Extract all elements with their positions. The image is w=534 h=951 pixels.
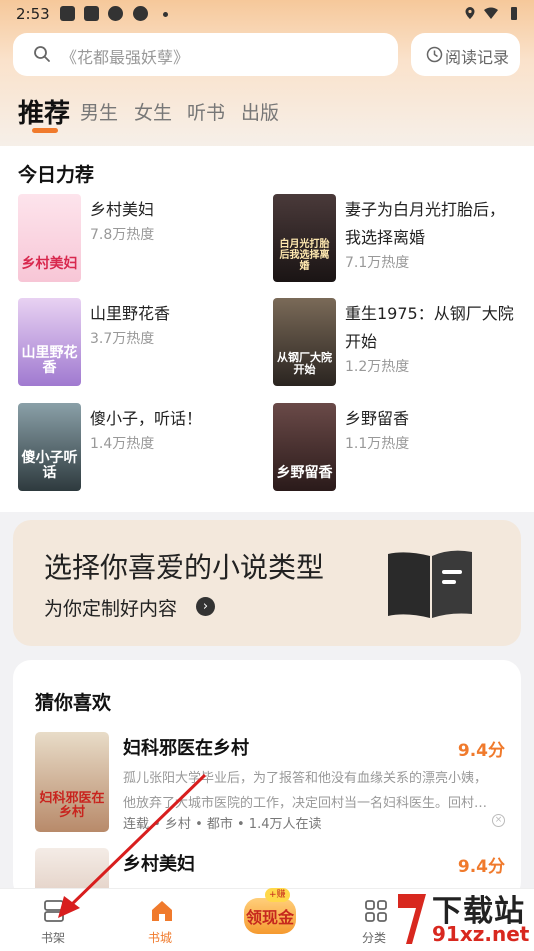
search-bar[interactable]: 《花都最强妖孽》: [13, 33, 398, 76]
book-title: 乡野留香: [345, 409, 410, 428]
book-score: 9.4分: [457, 741, 505, 761]
tab-female[interactable]: 女生: [134, 98, 172, 125]
home-icon: [152, 901, 172, 921]
book-title: 乡村美妇: [90, 200, 155, 219]
nav-label: 书架: [40, 931, 65, 945]
book-title: 妻子为白月光打胎后，我选择离婚: [345, 200, 506, 247]
book-heat: 1.4万热度: [90, 436, 155, 452]
book-item[interactable]: 乡村美妇 乡村美妇 7.8万热度: [18, 194, 268, 284]
book-description: 孤儿张阳大学毕业后，为了报答和他没有血缘关系的漂亮小姨，他放弃了大城市医院的工作…: [123, 771, 488, 811]
search-icon: [34, 46, 50, 62]
wifi-icon: [484, 7, 498, 19]
battery-icon: [511, 7, 517, 20]
nav-bookstore[interactable]: 书城: [115, 889, 205, 951]
earn-tag: +赚: [265, 888, 290, 902]
status-bar: 2:53: [0, 0, 534, 28]
tab-publish[interactable]: 出版: [241, 98, 279, 125]
tab-male[interactable]: 男生: [80, 98, 118, 125]
book-cover: 白月光打胎后我选择离婚: [273, 194, 336, 282]
book-item[interactable]: 傻小子听话 傻小子，听话！ 1.4万热度: [18, 403, 268, 493]
book-heat: 7.8万热度: [90, 227, 155, 243]
section-title: 今日力荐: [18, 164, 95, 186]
book-item[interactable]: 乡野留香 乡野留香 1.1万热度: [273, 403, 523, 493]
book-item[interactable]: 白月光打胎后我选择离婚 妻子为白月光打胎后，我选择离婚 7.1万热度: [273, 194, 523, 284]
book-title: 傻小子，听话！: [90, 409, 203, 428]
banner-subtitle: 为你定制好内容: [44, 598, 178, 620]
tab-indicator: [32, 128, 58, 133]
arrow-right-icon: ›: [196, 597, 215, 616]
book-item[interactable]: 山里野花香 山里野花香 3.7万热度: [18, 298, 268, 388]
watermark-logo-icon: [398, 894, 426, 944]
notification-icon: [84, 6, 99, 21]
book-heat: 3.7万热度: [90, 331, 155, 347]
tab-audiobook[interactable]: 听书: [187, 98, 225, 125]
clock-icon: [426, 46, 443, 63]
site-watermark: 下载站 91xz.net: [392, 886, 534, 950]
book-cover: 山里野花香: [18, 298, 81, 386]
section-title: 猜你喜欢: [35, 692, 112, 714]
book-title: 重生1975：从钢厂大院开始: [345, 304, 514, 351]
dismiss-icon[interactable]: ×: [492, 814, 505, 827]
book-heat: 7.1万热度: [345, 255, 410, 271]
nav-label: 书城: [147, 931, 172, 945]
nav-label: 领现金: [245, 908, 294, 927]
banner-title: 选择你喜爱的小说类型: [44, 551, 325, 584]
reading-history-button[interactable]: 阅读记录: [411, 33, 520, 76]
search-placeholder: 《花都最强妖孽》: [61, 48, 190, 67]
book-item[interactable]: 从钢厂大院开始 重生1975：从钢厂大院开始 1.2万热度: [273, 298, 523, 388]
category-grid-icon: [365, 900, 387, 922]
nav-earn-cash[interactable]: +赚 领现金: [240, 878, 300, 938]
book-cover: 乡野留香: [273, 403, 336, 491]
notification-icon: [108, 6, 123, 21]
book-cover: 乡村美妇: [18, 194, 81, 282]
bookshelf-icon: [44, 900, 64, 922]
book-icon: [388, 550, 472, 618]
notification-icon: [60, 6, 75, 21]
reading-history-label: 阅读记录: [445, 48, 510, 67]
book-heat: 1.2万热度: [345, 359, 410, 375]
list-item[interactable]: 妇科邪医在乡村 妇科邪医在乡村 9.4分 孤儿张阳大学毕业后，为了报答和他没有血…: [35, 732, 505, 832]
book-cover: 妇科邪医在乡村: [35, 732, 109, 832]
status-time: 2:53: [16, 5, 50, 23]
notification-icon: [133, 6, 148, 21]
book-title: 乡村美妇: [123, 854, 195, 875]
location-icon: [465, 7, 475, 19]
nav-bookshelf[interactable]: 书架: [8, 889, 98, 951]
guess-you-like-section: 猜你喜欢 妇科邪医在乡村 妇科邪医在乡村 9.4分 孤儿张阳大学毕业后，为了报答…: [13, 660, 521, 900]
book-cover: 傻小子听话: [18, 403, 81, 491]
book-title: 山里野花香: [90, 304, 171, 323]
today-picks-section: 今日力荐 乡村美妇 乡村美妇 7.8万热度 白月光打胎后我选择离婚 妻子为白月光…: [0, 146, 534, 512]
book-heat: 1.1万热度: [345, 436, 410, 452]
tab-recommend[interactable]: 推荐: [18, 93, 70, 130]
book-title: 妇科邪医在乡村: [123, 738, 249, 759]
book-cover: 从钢厂大院开始: [273, 298, 336, 386]
more-notifications-icon: [163, 12, 168, 17]
book-meta: 连载 • 乡村 • 都市 • 1.4万人在读: [123, 817, 322, 832]
book-score: 9.4分: [457, 857, 505, 877]
